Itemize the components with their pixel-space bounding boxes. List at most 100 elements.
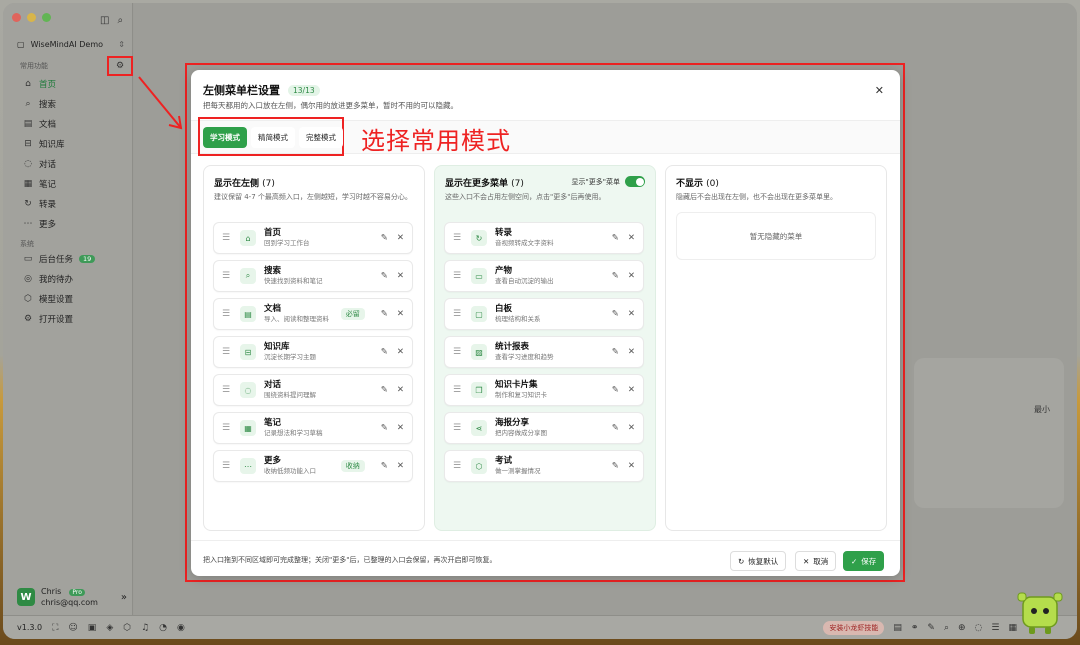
edit-icon[interactable]: ✎ <box>381 423 388 433</box>
drag-handle-icon[interactable]: ☰ <box>453 347 463 357</box>
drag-handle-icon[interactable]: ☰ <box>222 309 232 319</box>
zoom-window-button[interactable] <box>42 13 51 22</box>
sidebar-item-settings[interactable]: ⚙ 打开设置 <box>17 309 127 329</box>
drag-handle-icon[interactable]: ☰ <box>222 233 232 243</box>
drag-handle-icon[interactable]: ☰ <box>453 423 463 433</box>
menu-item-card[interactable]: ☰ ⬡ 考试 做一测掌握情况 ✎ ✕ <box>444 450 644 482</box>
menu-item-card[interactable]: ☰ ▭ 产物 查看自动沉淀的输出 ✎ ✕ <box>444 260 644 292</box>
drag-handle-icon[interactable]: ☰ <box>453 309 463 319</box>
robot-icon[interactable]: ☺ <box>68 623 77 633</box>
edit-icon[interactable]: ✎ <box>612 385 619 395</box>
drag-handle-icon[interactable]: ☰ <box>453 385 463 395</box>
palette-icon[interactable]: ◉ <box>177 623 185 633</box>
edit-icon[interactable]: ✎ <box>612 233 619 243</box>
search-icon[interactable]: ⌕ <box>117 15 123 26</box>
menu-item-card[interactable]: ☰ ⋯ 更多 收纳低频功能入口 收纳 ✎ ✕ <box>213 450 413 482</box>
expand-icon[interactable]: ⛶ <box>52 623 58 633</box>
close-icon[interactable]: ✕ <box>397 385 404 395</box>
menu-item-card[interactable]: ☰ ⋖ 海报分享 把内容做成分享图 ✎ ✕ <box>444 412 644 444</box>
sidebar-item-home[interactable]: ⌂ 首页 <box>17 74 127 94</box>
chat-icon[interactable]: ◌ <box>975 623 983 633</box>
list-icon[interactable]: ☰ <box>991 623 999 633</box>
bell-icon[interactable]: ♫ <box>141 623 149 633</box>
reset-button[interactable]: ↻ 恢复默认 <box>730 551 787 571</box>
close-icon[interactable]: ✕ <box>397 423 404 433</box>
save-button[interactable]: ✓ 保存 <box>843 551 885 571</box>
close-icon[interactable]: ✕ <box>628 271 635 281</box>
close-icon[interactable]: ✕ <box>397 461 404 471</box>
close-icon[interactable]: ✕ <box>397 271 404 281</box>
edit-icon[interactable]: ✎ <box>612 461 619 471</box>
menu-item-card[interactable]: ☰ ⌕ 搜索 快速找到资料和笔记 ✎ ✕ <box>213 260 413 292</box>
close-icon[interactable]: ✕ <box>628 347 635 357</box>
sidebar-item-tasks[interactable]: ▭ 后台任务 19 <box>17 249 127 269</box>
mode-simple[interactable]: 精简模式 <box>251 127 295 148</box>
compass-icon[interactable]: ◈ <box>106 623 113 633</box>
edit-icon[interactable]: ✎ <box>612 309 619 319</box>
sidebar-item-search[interactable]: ⌕ 搜索 <box>17 94 127 114</box>
show-more-toggle[interactable] <box>625 176 645 187</box>
close-icon[interactable]: ✕ <box>628 233 635 243</box>
sidebar-item-chat[interactable]: ◌ 对话 <box>17 154 127 174</box>
sidebar-item-model[interactable]: ⬡ 模型设置 <box>17 289 127 309</box>
close-window-button[interactable] <box>12 13 21 22</box>
close-icon[interactable]: ✕ <box>628 309 635 319</box>
sidebar-item-notes[interactable]: ▦ 笔记 <box>17 174 127 194</box>
edit-icon[interactable]: ✎ <box>612 271 619 281</box>
user-profile[interactable]: W Chris Pro chris@qq.com » <box>17 581 127 613</box>
drag-handle-icon[interactable]: ☰ <box>453 233 463 243</box>
sidebar-item-documents[interactable]: ▤ 文档 <box>17 114 127 134</box>
sidebar-item-more[interactable]: ⋯ 更多 <box>17 214 127 234</box>
edit-icon[interactable]: ✎ <box>381 385 388 395</box>
drag-handle-icon[interactable]: ☰ <box>453 271 463 281</box>
close-icon[interactable]: ✕ <box>397 309 404 319</box>
edit-icon[interactable]: ✎ <box>927 623 935 633</box>
mascot-icon[interactable] <box>1015 589 1065 637</box>
chevron-right-icon[interactable]: » <box>121 592 127 603</box>
menu-item-card[interactable]: ☰ ▤ 文档 导入、阅读和整理资料 必留 ✎ ✕ <box>213 298 413 330</box>
close-icon[interactable]: ✕ <box>397 233 404 243</box>
workspace-selector[interactable]: ▢ WiseMindAI Demo ⇕ <box>17 35 125 53</box>
close-icon[interactable]: ✕ <box>628 461 635 471</box>
drag-handle-icon[interactable]: ☰ <box>222 423 232 433</box>
drag-handle-icon[interactable]: ☰ <box>453 461 463 471</box>
edit-icon[interactable]: ✎ <box>381 347 388 357</box>
cube-icon[interactable]: ⬡ <box>123 623 131 633</box>
drag-handle-icon[interactable]: ☰ <box>222 347 232 357</box>
document-icon[interactable]: ▤ <box>893 623 902 633</box>
drag-handle-icon[interactable]: ☰ <box>222 271 232 281</box>
edit-icon[interactable]: ✎ <box>612 423 619 433</box>
edit-icon[interactable]: ✎ <box>381 271 388 281</box>
edit-icon[interactable]: ✎ <box>612 347 619 357</box>
drag-handle-icon[interactable]: ☰ <box>222 385 232 395</box>
link-icon[interactable]: ⚭ <box>911 623 919 633</box>
drag-handle-icon[interactable]: ☰ <box>222 461 232 471</box>
close-icon[interactable]: ✕ <box>875 84 884 97</box>
edit-icon[interactable]: ✎ <box>381 309 388 319</box>
cancel-button[interactable]: ✕ 取消 <box>795 551 837 571</box>
menu-item-card[interactable]: ☰ ⊟ 知识库 沉淀长期学习主题 ✎ ✕ <box>213 336 413 368</box>
sidebar-item-knowledge[interactable]: ⊟ 知识库 <box>17 134 127 154</box>
toggle-sidebar-icon[interactable]: ◫ <box>100 15 109 26</box>
close-icon[interactable]: ✕ <box>397 347 404 357</box>
menu-item-card[interactable]: ☰ ↻ 转录 音视频转成文字资料 ✎ ✕ <box>444 222 644 254</box>
menu-item-card[interactable]: ☰ ❒ 知识卡片集 制作和复习知识卡 ✎ ✕ <box>444 374 644 406</box>
edit-icon[interactable]: ✎ <box>381 461 388 471</box>
menu-item-card[interactable]: ☰ ▦ 笔记 记录想法和学习草稿 ✎ ✕ <box>213 412 413 444</box>
minimize-window-button[interactable] <box>27 13 36 22</box>
install-skill-button[interactable]: 安装小龙虾技能 <box>823 620 885 635</box>
menu-item-card[interactable]: ☰ ▨ 统计报表 查看学习进度和趋势 ✎ ✕ <box>444 336 644 368</box>
close-icon[interactable]: ✕ <box>628 423 635 433</box>
menu-item-card[interactable]: ☰ ▢ 白板 梳理结构和关系 ✎ ✕ <box>444 298 644 330</box>
sidebar-item-todo[interactable]: ◎ 我的待办 <box>17 269 127 289</box>
search-icon[interactable]: ⌕ <box>944 623 949 633</box>
mode-full[interactable]: 完整模式 <box>299 127 343 148</box>
empty-dropzone[interactable]: 暂无隐藏的菜单 <box>676 212 876 260</box>
image-icon[interactable]: ▣ <box>88 623 97 633</box>
menu-item-card[interactable]: ☰ ⌂ 首页 回到学习工作台 ✎ ✕ <box>213 222 413 254</box>
zoom-icon[interactable]: ⊕ <box>958 623 966 633</box>
mode-study[interactable]: 学习模式 <box>203 127 247 148</box>
close-icon[interactable]: ✕ <box>628 385 635 395</box>
menu-item-card[interactable]: ☰ ◌ 对话 围绕资料提问理解 ✎ ✕ <box>213 374 413 406</box>
sidebar-item-transcribe[interactable]: ↻ 转录 <box>17 194 127 214</box>
